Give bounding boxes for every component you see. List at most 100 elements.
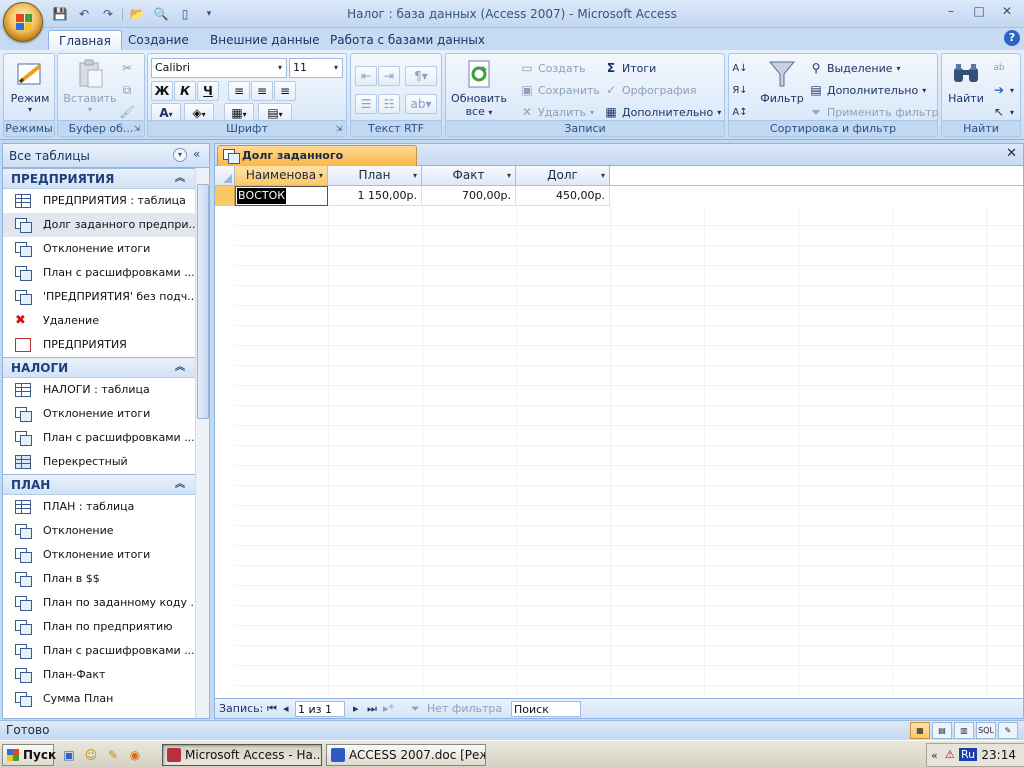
taskbar-app-access[interactable]: Microsoft Access - На... [162, 744, 322, 766]
filter-button[interactable]: Фильтр [759, 58, 805, 105]
chevron-down-icon[interactable]: ▾ [507, 166, 511, 185]
sidebar-item[interactable]: Отклонение итоги [3, 543, 195, 567]
copy-button[interactable]: ⧉ [120, 80, 134, 100]
sidebar-item[interactable]: Перекрестный [3, 450, 195, 474]
paste-button[interactable]: Вставить ▾ [62, 58, 118, 114]
quicklaunch-app-icon[interactable]: ☺ [82, 746, 100, 764]
align-left-button[interactable]: ≡ [228, 81, 250, 101]
search-input[interactable]: Поиск [511, 701, 581, 717]
tab-home[interactable]: Главная [48, 30, 122, 50]
no-filter-icon[interactable]: ⏷ [411, 701, 420, 717]
start-button[interactable]: Пуск [2, 744, 56, 766]
tab-external-data[interactable]: Внешние данные [200, 30, 329, 50]
sidebar-item[interactable]: План с расшифровками ... [3, 426, 195, 450]
sidebar-item[interactable]: ✖ Удаление [3, 309, 195, 333]
save-record-button[interactable]: ▣ Сохранить [520, 80, 600, 100]
chevron-down-icon[interactable]: ▾ [173, 148, 187, 162]
highlight-button[interactable]: ab▾ [405, 94, 437, 114]
sidebar-item[interactable]: Отклонение итоги [3, 237, 195, 261]
collapse-pane-icon[interactable]: « [193, 147, 200, 161]
new-record-button[interactable]: ▭ Создать [520, 58, 585, 78]
table-cell[interactable]: 700,00р. [422, 186, 516, 206]
totals-button[interactable]: Σ Итоги [604, 58, 656, 78]
column-header-debt[interactable]: Долг ▾ [516, 166, 610, 186]
increase-indent-button[interactable]: ⇥ [378, 66, 400, 86]
new-record-icon[interactable]: ▸* [383, 701, 394, 717]
advanced-filter-button[interactable]: ▤ Дополнительно ▾ [809, 80, 926, 100]
sidebar-item[interactable]: План в $$ [3, 567, 195, 591]
close-document-icon[interactable]: ✕ [1006, 146, 1017, 161]
cut-button[interactable]: ✂ [120, 58, 134, 78]
nav-group-header[interactable]: ПЛАН ︽ [3, 474, 195, 495]
next-record-icon[interactable]: ▸ [353, 701, 359, 717]
tray-expand-icon[interactable]: « [931, 749, 938, 762]
record-position-input[interactable]: 1 из 1 [295, 701, 345, 717]
document-tab[interactable]: Долг заданного предприятия [217, 145, 417, 182]
select-button[interactable]: ↖ ▾ [992, 102, 1014, 122]
sidebar-item[interactable]: План-Факт [3, 663, 195, 687]
dialog-launcher-icon[interactable]: ⇲ [334, 124, 344, 134]
column-header-name[interactable]: Наименова ▾ [235, 166, 328, 186]
sidebar-item[interactable]: Отклонение [3, 519, 195, 543]
nav-header[interactable]: Все таблицы ▾ « [3, 144, 209, 168]
sidebar-item[interactable]: План по заданному коду ... [3, 591, 195, 615]
sidebar-item[interactable]: ПРЕДПРИЯТИЯ : таблица [3, 189, 195, 213]
office-button[interactable] [3, 2, 43, 42]
tab-database-tools[interactable]: Работа с базами данных [320, 30, 495, 50]
quicklaunch-tool-icon[interactable]: ✎ [104, 746, 122, 764]
go-to-button[interactable]: ➔ ▾ [992, 80, 1014, 100]
close-button[interactable]: ✕ [994, 2, 1020, 20]
filter-status[interactable]: Нет фильтра [427, 701, 502, 717]
show-desktop-icon[interactable]: ▣ [60, 746, 78, 764]
numbered-list-button[interactable]: ☰ [355, 94, 377, 114]
minimize-button[interactable]: – [938, 2, 964, 20]
chevron-down-icon[interactable]: ▾ [330, 59, 342, 77]
help-icon[interactable]: ? [1004, 30, 1020, 46]
column-header-plan[interactable]: План ▾ [328, 166, 422, 186]
apply-filter-button[interactable]: ⏷ Применить фильтр [809, 102, 938, 122]
sidebar-item[interactable]: Отклонение итоги [3, 402, 195, 426]
sidebar-item[interactable]: План по предприятию [3, 615, 195, 639]
pivot-chart-view-icon[interactable]: ▥ [954, 722, 974, 739]
nav-group-header[interactable]: НАЛОГИ ︽ [3, 357, 195, 378]
underline-button[interactable]: Ч [197, 81, 219, 101]
table-cell[interactable]: 450,00р. [516, 186, 610, 206]
sidebar-item[interactable]: ПРЕДПРИЯТИЯ [3, 333, 195, 357]
design-view-icon[interactable]: ✎ [998, 722, 1018, 739]
delete-record-button[interactable]: ✕ Удалить ▾ [520, 102, 594, 122]
datasheet-view-icon[interactable]: ▦ [910, 722, 930, 739]
maximize-button[interactable]: □ [966, 2, 992, 20]
pivot-table-view-icon[interactable]: ▤ [932, 722, 952, 739]
more-records-button[interactable]: ▦ Дополнительно ▾ [604, 102, 721, 122]
find-button[interactable]: Найти [944, 58, 988, 105]
chevron-up-icon[interactable]: ︽ [175, 169, 185, 189]
nav-scrollbar[interactable] [195, 168, 209, 718]
align-right-button[interactable]: ≡ [274, 81, 296, 101]
sort-ascending-button[interactable]: A↓ [732, 58, 747, 78]
view-button[interactable]: Режим ▾ [8, 58, 52, 114]
column-header-fact[interactable]: Факт ▾ [422, 166, 516, 186]
firefox-icon[interactable]: ◉ [126, 746, 144, 764]
sidebar-item[interactable]: Сумма План [3, 687, 195, 711]
select-all-corner[interactable] [215, 166, 235, 186]
security-alert-icon[interactable]: ⚠ [945, 748, 955, 761]
decrease-indent-button[interactable]: ⇤ [355, 66, 377, 86]
sidebar-item[interactable]: НАЛОГИ : таблица [3, 378, 195, 402]
bold-button[interactable]: Ж [151, 81, 173, 101]
chevron-up-icon[interactable]: ︽ [175, 358, 185, 378]
nav-group-header[interactable]: ПРЕДПРИЯТИЯ ︽ [3, 168, 195, 189]
nav-scrollbar-thumb[interactable] [197, 184, 209, 419]
chevron-down-icon[interactable]: ▾ [413, 166, 417, 185]
font-name-combo[interactable]: Calibri ▾ [151, 58, 287, 78]
table-cell[interactable]: ВОСТОК [235, 186, 328, 206]
sidebar-item[interactable]: План с расшифровками ... [3, 639, 195, 663]
italic-button[interactable]: К [174, 81, 196, 101]
first-record-icon[interactable]: ⏮ [267, 701, 277, 717]
refresh-all-button[interactable]: Обновить все ▾ [448, 58, 510, 118]
clear-sort-button[interactable]: A↕ [732, 102, 747, 122]
sidebar-item[interactable]: ✦ Запрос для ТАБЛ-ПЛАН [3, 711, 195, 718]
sql-view-button[interactable]: SQL [976, 722, 996, 739]
replace-button[interactable]: ab [992, 58, 1006, 78]
dialog-launcher-icon[interactable]: ⇲ [132, 124, 142, 134]
paragraph-direction-button[interactable]: ¶▾ [405, 66, 437, 86]
